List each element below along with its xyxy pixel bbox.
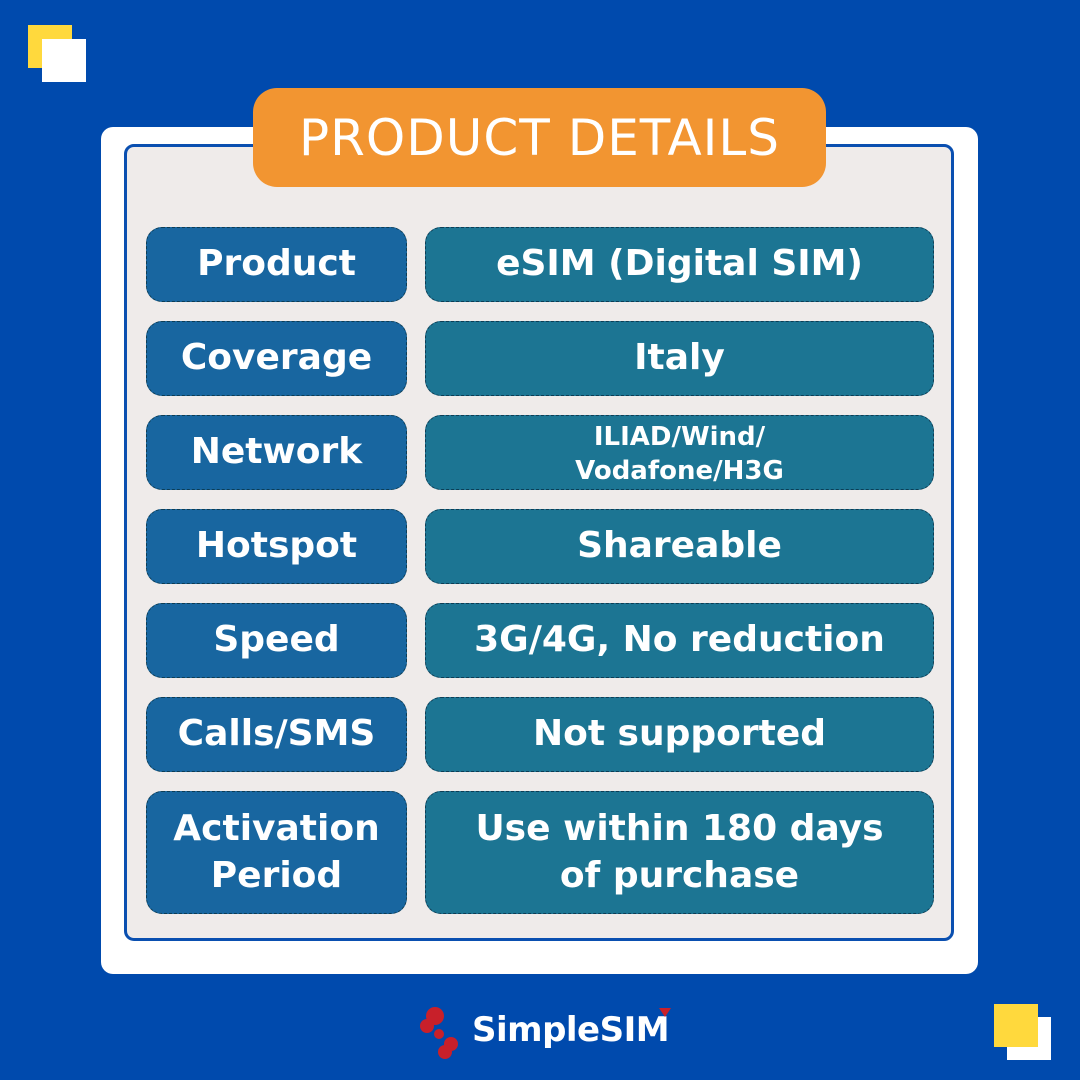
brand-logo: SimpleSIM: [418, 1000, 672, 1060]
row-value: Shareable: [425, 509, 934, 584]
row-value: ILIAD/Wind/ Vodafone/H3G: [425, 415, 934, 490]
row-label: Activation Period: [146, 791, 407, 914]
detail-row-network: Network ILIAD/Wind/ Vodafone/H3G: [146, 415, 934, 490]
row-value-line: of purchase: [559, 854, 800, 896]
row-value-line: ILIAD/Wind/: [593, 421, 766, 452]
detail-row-activation-period: Activation Period Use within 180 days of…: [146, 791, 934, 914]
row-label: Product: [146, 227, 407, 302]
row-label-line: Activation: [173, 807, 380, 849]
row-value: eSIM (Digital SIM): [425, 227, 934, 302]
decorative-square-white-top: [42, 39, 86, 82]
row-value-line: Use within 180 days: [475, 807, 884, 849]
row-label-line: Period: [210, 854, 343, 896]
brand-name: SimpleSIM: [472, 1008, 672, 1050]
detail-row-product: Product eSIM (Digital SIM): [146, 227, 934, 302]
row-value-line: Vodafone/H3G: [575, 455, 784, 486]
logo-accent-icon: [659, 1008, 672, 1017]
row-value: 3G/4G, No reduction: [425, 603, 934, 678]
row-label: Network: [146, 415, 407, 490]
detail-row-speed: Speed 3G/4G, No reduction: [146, 603, 934, 678]
decorative-square-yellow-bottom: [994, 1004, 1038, 1047]
detail-row-hotspot: Hotspot Shareable: [146, 509, 934, 584]
title-banner: PRODUCT DETAILS: [253, 88, 826, 187]
row-value: Use within 180 days of purchase: [425, 791, 934, 914]
row-label: Speed: [146, 603, 407, 678]
row-label: Hotspot: [146, 509, 407, 584]
detail-row-calls-sms: Calls/SMS Not supported: [146, 697, 934, 772]
row-value: Not supported: [425, 697, 934, 772]
page-title: PRODUCT DETAILS: [299, 108, 780, 167]
detail-row-coverage: Coverage Italy: [146, 321, 934, 396]
row-label: Coverage: [146, 321, 407, 396]
row-label: Calls/SMS: [146, 697, 407, 772]
simplesim-logo-icon: [418, 1003, 460, 1059]
row-value: Italy: [425, 321, 934, 396]
